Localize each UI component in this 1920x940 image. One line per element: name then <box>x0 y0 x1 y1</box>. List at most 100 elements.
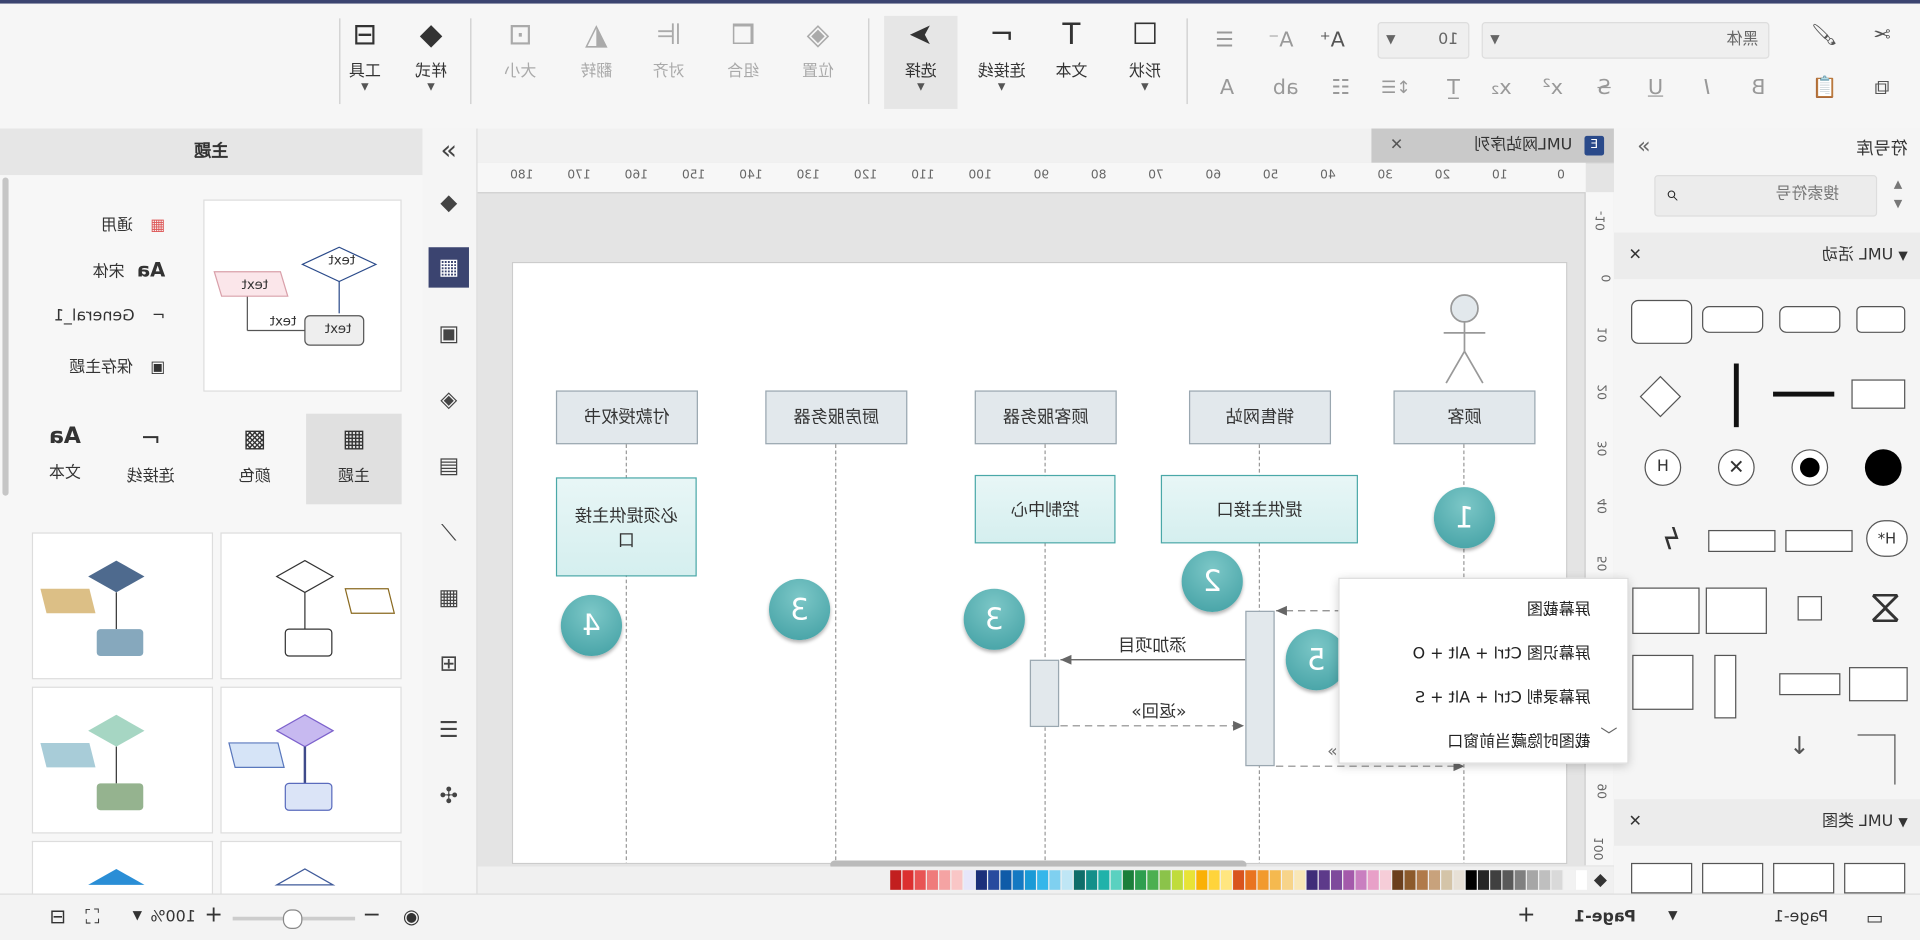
color-swatch[interactable] <box>1098 870 1110 890</box>
color-swatch[interactable] <box>902 870 914 890</box>
color-swatch[interactable] <box>1196 870 1208 890</box>
theme-icon[interactable]: ▦ <box>428 247 469 288</box>
note-main-interface[interactable]: 提供主接口 <box>1160 474 1358 544</box>
chart-icon[interactable]: ⟋ <box>429 513 469 553</box>
select-button[interactable]: ➤ 选择 ▼ <box>884 15 958 109</box>
color-swatch[interactable] <box>1110 870 1122 890</box>
superscript-icon[interactable]: x² <box>1532 73 1574 102</box>
color-swatch[interactable] <box>1355 870 1367 890</box>
activation-bar[interactable] <box>1245 610 1275 767</box>
zoom-level[interactable]: 100% <box>150 908 196 926</box>
group-button[interactable]: ⧠ 组合 <box>709 16 778 109</box>
final-node[interactable] <box>1791 449 1829 486</box>
panel-scrollbar[interactable] <box>2 177 9 496</box>
color-swatch[interactable] <box>1257 870 1269 890</box>
layers-icon[interactable]: ◈ <box>429 379 469 419</box>
state-action-shape[interactable] <box>1631 299 1693 344</box>
theme-card[interactable] <box>31 840 214 895</box>
pin-shape[interactable] <box>1797 596 1823 621</box>
vertical-partition-shape[interactable] <box>1714 654 1737 719</box>
fork-bar-horizontal[interactable] <box>1773 391 1835 397</box>
class-shape[interactable] <box>1844 862 1906 894</box>
align-button[interactable]: ⊫ 对齐 <box>634 16 703 109</box>
class-shape[interactable] <box>1773 862 1835 894</box>
style-button[interactable]: ◆ 样式 ▼ <box>397 16 466 109</box>
color-swatch[interactable] <box>1147 870 1159 890</box>
tab-color[interactable]: ▩ 颜色 <box>212 414 298 505</box>
italic-icon[interactable]: I <box>1686 73 1728 102</box>
class-shape[interactable] <box>1631 862 1693 894</box>
underline-icon[interactable]: U <box>1635 73 1677 102</box>
menu-item-screenshot[interactable]: 屏幕截图 <box>1527 596 1591 619</box>
close-icon[interactable]: ✕ <box>1629 233 1642 280</box>
section-uml-activity[interactable]: ▼ UML 活动 ✕ <box>1613 232 1920 280</box>
shrink-font-icon[interactable]: A⁻ <box>1260 26 1302 55</box>
theme-general[interactable]: ▦ 通用 <box>101 212 165 235</box>
zoom-slider[interactable] <box>232 909 356 929</box>
color-swatch[interactable] <box>1379 870 1392 890</box>
text-highlight-icon[interactable]: ab <box>1265 73 1307 102</box>
color-swatch[interactable] <box>1208 870 1220 890</box>
color-swatch[interactable] <box>1269 870 1281 890</box>
section-uml-class[interactable]: ▼ UML 类图 ✕ <box>1613 799 1920 846</box>
lifeline-header[interactable]: 顾客服务器 <box>974 390 1117 445</box>
play-icon[interactable]: ◉ <box>403 905 420 928</box>
theme-connector[interactable]: ⌐ General_1 <box>54 307 166 325</box>
color-swatch[interactable] <box>1282 870 1294 890</box>
document-tab[interactable]: E UML网站序列 ✕ <box>1371 128 1614 163</box>
chevron-down-icon[interactable]: ﹀ <box>1600 723 1617 747</box>
color-swatch[interactable] <box>1551 870 1563 890</box>
font-family-select[interactable]: 黑体 ▼ <box>1481 22 1770 59</box>
note-must-provide[interactable]: 必须提供主接口 <box>555 477 697 577</box>
color-swatch[interactable] <box>1575 870 1587 890</box>
color-swatch[interactable] <box>1220 870 1232 890</box>
tab-theme[interactable]: ▦ 主题 <box>306 413 402 505</box>
color-swatch[interactable] <box>926 870 938 890</box>
color-swatch[interactable] <box>1135 870 1147 890</box>
initial-node[interactable] <box>1864 449 1902 486</box>
color-swatch[interactable] <box>1416 870 1428 890</box>
outline-icon[interactable]: ⊞ <box>429 644 469 684</box>
color-swatch[interactable] <box>939 870 951 890</box>
zoom-in-button[interactable]: + <box>204 902 222 928</box>
arrow-down-shape[interactable]: ↓ <box>1789 731 1810 760</box>
align-icon[interactable]: ☰ <box>1204 26 1246 55</box>
step-badge[interactable]: 3 <box>768 578 831 641</box>
shape-button[interactable]: ☐ 形状 ▼ <box>1111 16 1180 109</box>
flow-final-node[interactable]: ✕ <box>1717 449 1755 486</box>
theme-card[interactable] <box>31 686 214 834</box>
step-badge[interactable]: 4 <box>560 594 623 657</box>
swimlane-shape[interactable] <box>1632 654 1694 710</box>
text-button[interactable]: T 文本 <box>1037 16 1106 109</box>
color-swatch[interactable] <box>1037 870 1049 890</box>
grow-font-icon[interactable]: A⁺ <box>1311 26 1353 55</box>
format-painter-icon[interactable]: 🖌 <box>1804 21 1846 50</box>
note-shape[interactable] <box>1705 587 1767 635</box>
menu-item-screen-ocr[interactable]: 屏幕识图 Ctrl + Alt + O <box>1413 640 1591 663</box>
color-swatch[interactable] <box>1514 870 1526 890</box>
color-swatch[interactable] <box>1049 870 1061 890</box>
table-icon[interactable]: ▦ <box>429 578 469 618</box>
page-view-icon[interactable]: ▭ <box>1866 907 1883 929</box>
chevron-down-icon[interactable]: ▼ <box>1668 909 1677 922</box>
color-swatch[interactable] <box>1184 870 1196 890</box>
collapse-panel-icon[interactable]: » <box>1637 133 1650 159</box>
theme-font[interactable]: Aa 宋体 <box>93 258 166 281</box>
page-selector[interactable]: Page-1 <box>1774 908 1828 926</box>
tab-connector[interactable]: ⌐ 连接线 <box>108 414 194 505</box>
send-signal-shape[interactable] <box>1785 529 1853 553</box>
color-swatch[interactable] <box>1294 870 1306 890</box>
hourglass-shape[interactable]: ⧖ <box>1869 579 1902 633</box>
font-color-icon[interactable]: A <box>1206 73 1248 102</box>
color-swatch[interactable] <box>1441 870 1453 890</box>
lifeline-header[interactable]: 付款授权书 <box>555 390 698 445</box>
page-icon[interactable]: ▤ <box>429 446 469 486</box>
paste-icon[interactable]: 📋 <box>1804 73 1846 102</box>
interrupt-flow-icon[interactable]: ϟ <box>1662 523 1681 557</box>
color-swatch[interactable] <box>1318 870 1330 890</box>
theme-card[interactable] <box>31 532 214 680</box>
color-swatch[interactable] <box>1245 870 1257 890</box>
color-swatch[interactable] <box>1392 870 1404 890</box>
connector-button[interactable]: ⌐ 连接线 ▼ <box>967 16 1036 109</box>
connector-shape[interactable] <box>1857 734 1896 785</box>
